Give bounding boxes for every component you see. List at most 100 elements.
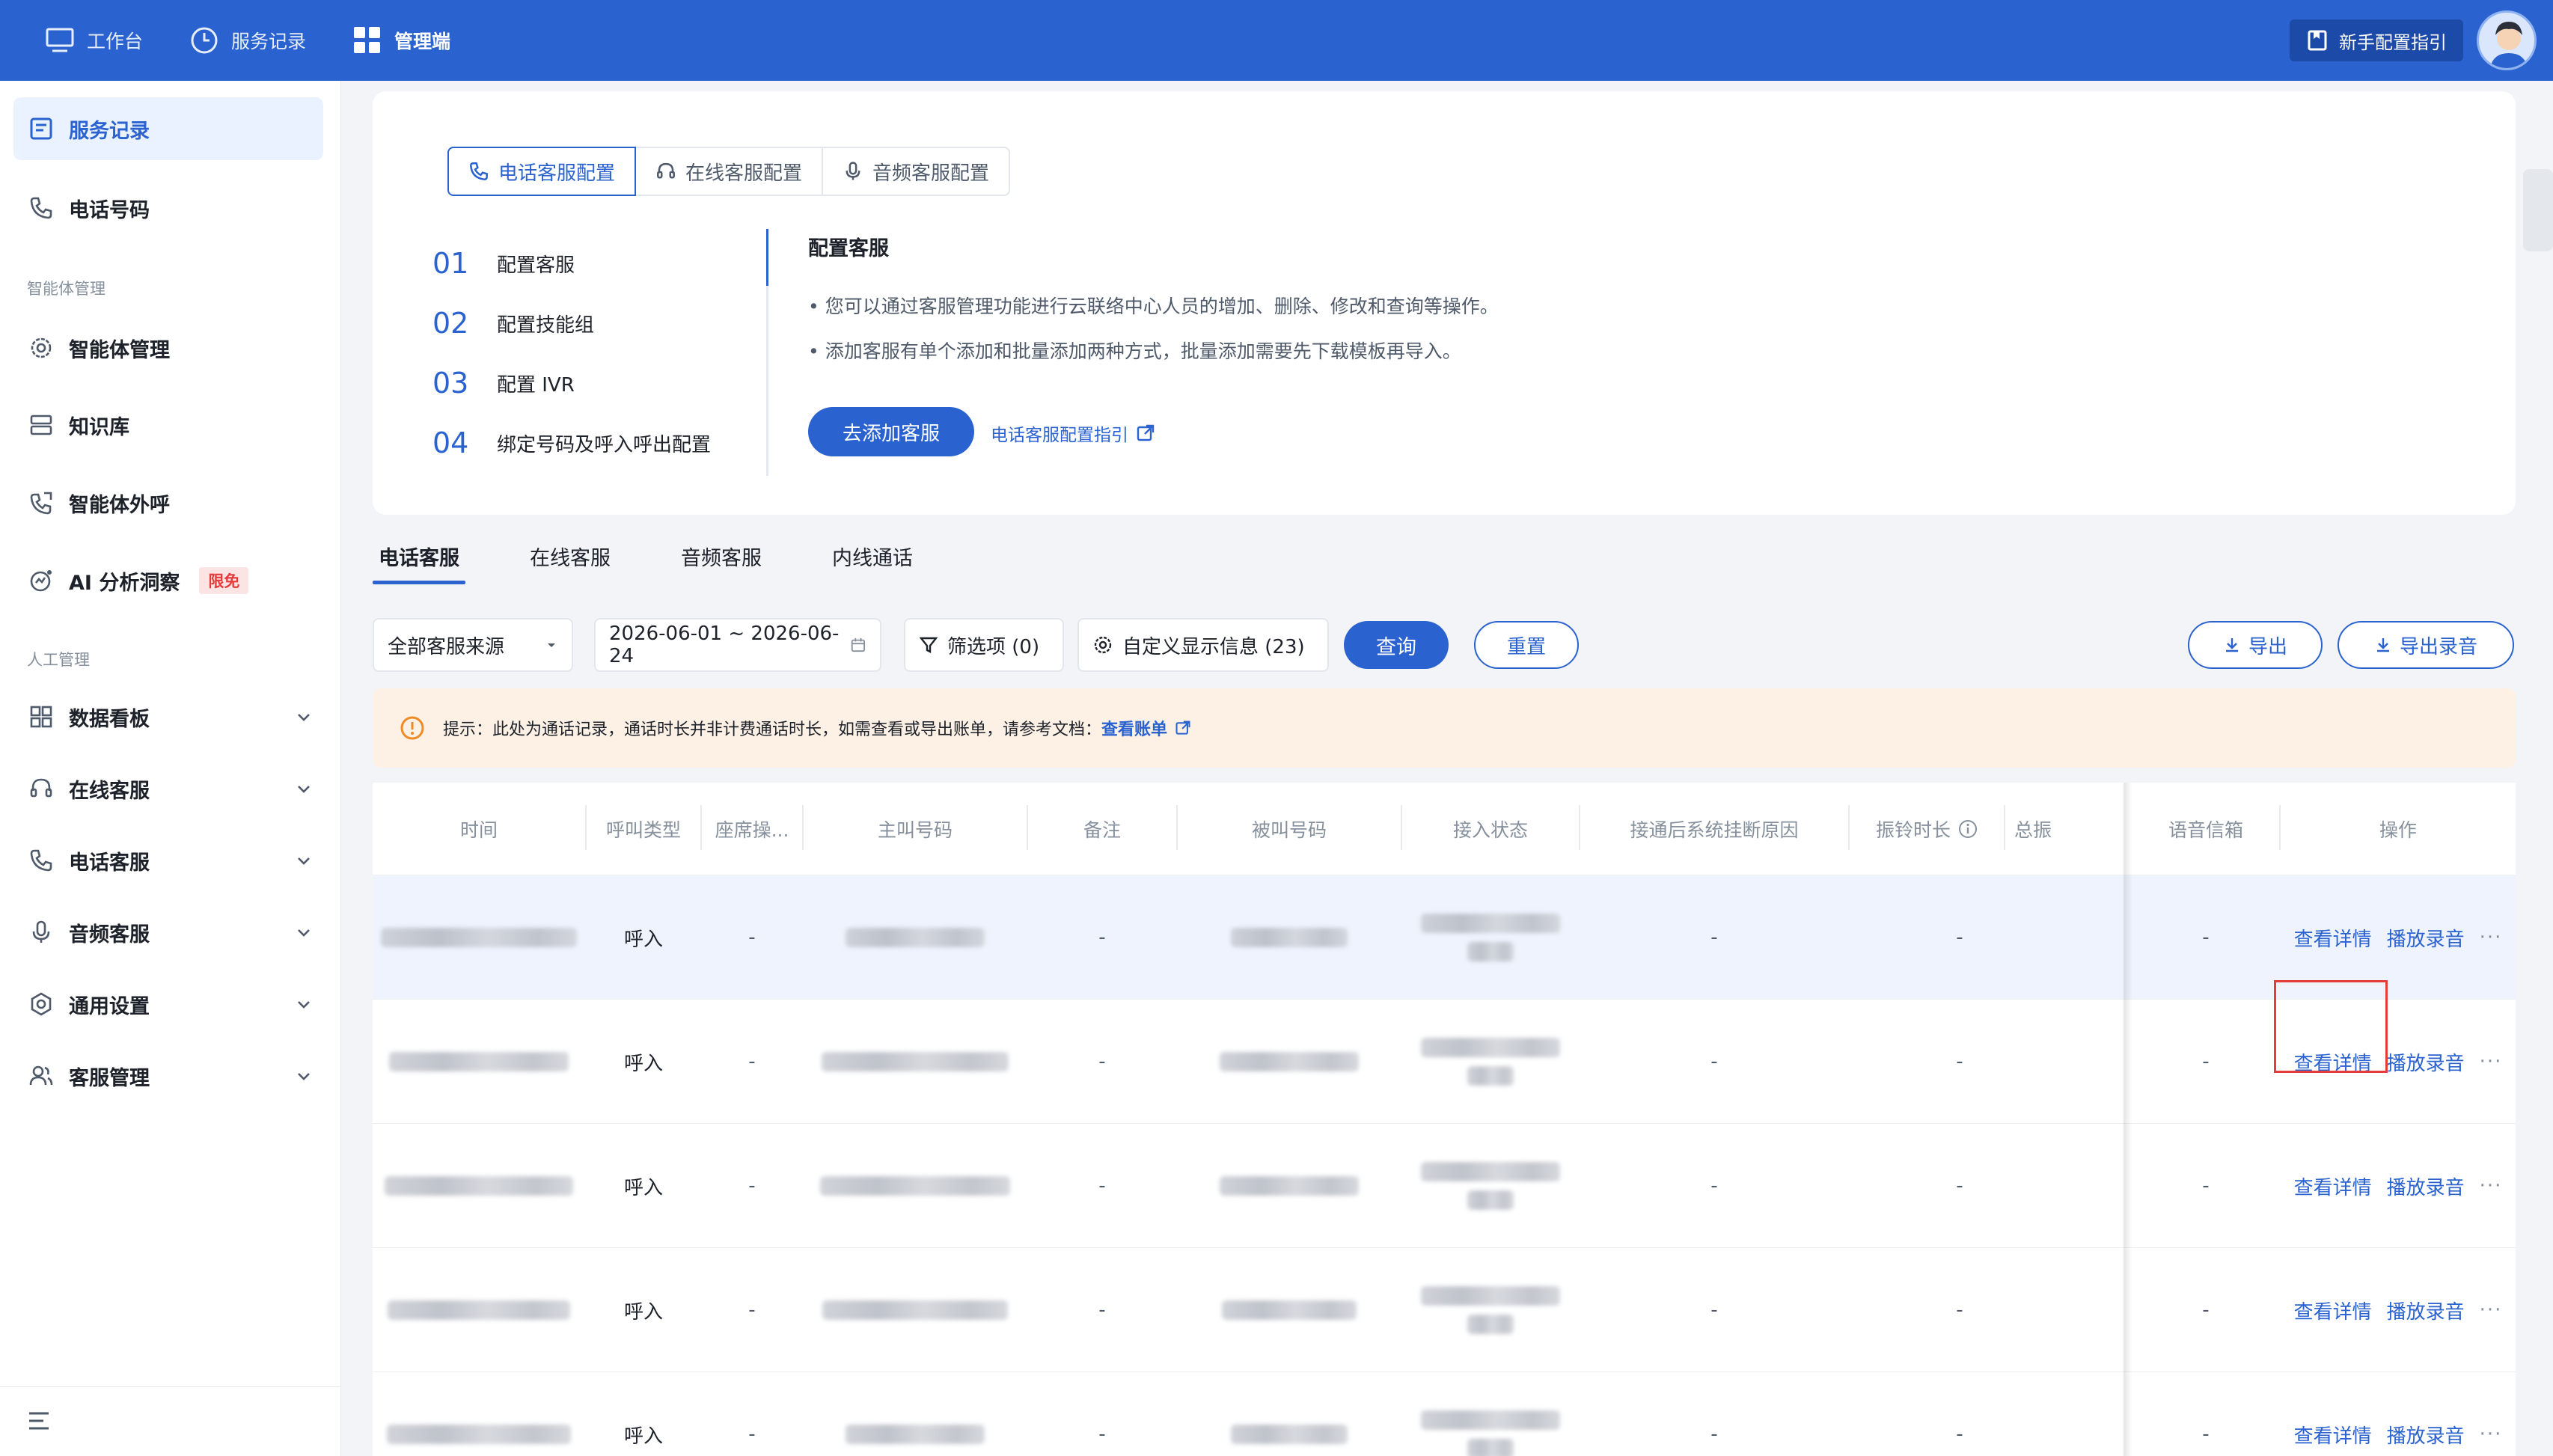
cell-actions: 查看详情 播放录音 ··· <box>2281 1124 2516 1248</box>
calendar-icon <box>851 637 866 652</box>
cell-call-type: 呼入 <box>623 1425 663 1448</box>
sidebar-item-phone-service[interactable]: 电话客服 <box>13 829 323 892</box>
sidebar-item-label: 数据看板 <box>69 707 150 731</box>
info-icon[interactable] <box>1958 819 1978 839</box>
tab-phone-service[interactable]: 电话客服 <box>373 542 465 584</box>
top-nav-service-records[interactable]: 服务记录 <box>189 25 306 55</box>
table-row[interactable]: 呼入 - - - - - 查看详情 播放录音 ··· <box>373 1124 2516 1248</box>
sidebar-item-service-records[interactable]: 服务记录 <box>13 97 323 160</box>
phone-out-icon <box>30 492 52 515</box>
cell-seat: - <box>748 1050 756 1073</box>
top-nav-admin[interactable]: 管理端 <box>352 25 450 55</box>
sidebar-item-audio-service[interactable]: 音频客服 <box>13 901 323 964</box>
cell-seat: - <box>748 926 756 949</box>
date-range-picker[interactable]: 2026-06-01 ~ 2026-06-24 <box>594 618 881 672</box>
more-icon[interactable]: ··· <box>2480 1050 2503 1073</box>
config-type-segmented: 电话客服配置 在线客服配置 音频客服配置 <box>447 147 1011 196</box>
column-header: 总振 <box>2014 819 2052 841</box>
tab-phone-config[interactable]: 电话客服配置 <box>447 147 637 196</box>
play-recording-link[interactable]: 播放录音 <box>2387 1297 2465 1324</box>
step-number: 04 <box>432 426 469 459</box>
collapse-menu-icon[interactable] <box>27 1410 51 1432</box>
sidebar-item-agent-outbound[interactable]: 智能体外呼 <box>13 471 323 534</box>
view-bill-link[interactable]: 查看账单 <box>1101 721 1167 739</box>
column-header: 被叫号码 <box>1251 819 1327 841</box>
beginner-guide-button[interactable]: 新手配置指引 <box>2290 19 2463 61</box>
play-recording-link[interactable]: 播放录音 <box>2387 1172 2465 1200</box>
fixed-columns-shadow <box>2124 783 2132 1456</box>
more-icon[interactable]: ··· <box>2480 1423 2503 1446</box>
config-description-1: • 您可以通过客服管理功能进行云联络中心人员的增加、删除、修改和查询等操作。 <box>808 296 1499 317</box>
sidebar-item-label: 在线客服 <box>69 779 150 803</box>
database-icon <box>30 415 52 435</box>
tab-audio-service[interactable]: 音频客服 <box>675 542 768 584</box>
sidebar-item-agent-management[interactable]: 智能体管理 <box>13 316 323 379</box>
sidebar-item-phone-numbers[interactable]: 电话号码 <box>13 177 323 239</box>
phone-icon <box>30 849 52 872</box>
vertical-scrollbar[interactable] <box>2523 169 2553 251</box>
export-button[interactable]: 导出 <box>2188 621 2323 669</box>
column-header: 操作 <box>2379 819 2417 841</box>
users-icon <box>29 1065 53 1086</box>
chevron-down-icon <box>298 929 310 937</box>
view-details-link[interactable]: 查看详情 <box>2294 1421 2372 1449</box>
sidebar-item-ai-insights[interactable]: AI 分析洞察 限免 <box>13 549 323 612</box>
view-details-link[interactable]: 查看详情 <box>2294 924 2372 952</box>
sidebar-item-general-settings[interactable]: 通用设置 <box>13 973 323 1036</box>
notice-text: 提示：此处为通话记录，通话时长并非计费通话时长，如需查看或导出账单，请参考文档：… <box>443 716 1167 740</box>
step-label: 配置 IVR <box>497 373 575 397</box>
redacted-status <box>1467 1066 1514 1086</box>
config-step[interactable]: 01 配置客服 <box>432 233 711 293</box>
redacted-time <box>381 928 577 947</box>
sidebar-item-dashboard[interactable]: 数据看板 <box>13 685 323 748</box>
tab-online-service[interactable]: 在线客服 <box>524 542 617 584</box>
play-recording-link[interactable]: 播放录音 <box>2387 1048 2465 1076</box>
table-row[interactable]: 呼入 - - - - - 查看详情 播放录音 ··· <box>373 875 2516 1000</box>
cell-actions: 查看详情 播放录音 ··· <box>2281 1372 2516 1456</box>
top-nav-workbench[interactable]: 工作台 <box>45 27 143 54</box>
play-recording-link[interactable]: 播放录音 <box>2387 924 2465 952</box>
billing-notice: 提示：此处为通话记录，通话时长并非计费通话时长，如需查看或导出账单，请参考文档：… <box>373 688 2516 768</box>
custom-display-button[interactable]: 自定义显示信息 (23) <box>1077 618 1329 672</box>
sidebar-item-knowledge-base[interactable]: 知识库 <box>13 394 323 456</box>
export-recording-button[interactable]: 导出录音 <box>2338 621 2514 669</box>
config-step[interactable]: 03 配置 IVR <box>432 353 711 413</box>
sidebar-item-label: 音频客服 <box>69 923 150 946</box>
query-button[interactable]: 查询 <box>1344 621 1449 669</box>
more-icon[interactable]: ··· <box>2480 1299 2503 1321</box>
chevron-down-icon <box>298 857 310 865</box>
date-range-value: 2026-06-01 ~ 2026-06-24 <box>609 623 840 667</box>
top-nav-workbench-label: 工作台 <box>87 31 144 52</box>
user-avatar[interactable] <box>2477 10 2537 70</box>
table-row[interactable]: 呼入 - - - - - 查看详情 播放录音 ··· <box>373 1372 2516 1456</box>
top-nav: 工作台 服务记录 管理端 <box>45 0 497 81</box>
table-row[interactable]: 呼入 - - - - - 查看详情 播放录音 ··· <box>373 1248 2516 1372</box>
view-details-link[interactable]: 查看详情 <box>2294 1297 2372 1324</box>
column-header-ring-duration: 振铃时长 <box>1850 783 2004 875</box>
more-icon[interactable]: ··· <box>2480 1175 2503 1197</box>
play-recording-link[interactable]: 播放录音 <box>2387 1421 2465 1449</box>
tab-audio-config[interactable]: 音频客服配置 <box>822 147 1011 196</box>
source-select[interactable]: 全部客服来源 <box>373 618 573 672</box>
redacted-callee <box>1222 1300 1357 1320</box>
config-step[interactable]: 04 绑定号码及呼入呼出配置 <box>432 413 711 473</box>
filter-options-button[interactable]: 筛选项 (0) <box>904 618 1064 672</box>
redacted-status <box>1421 914 1560 933</box>
reset-button[interactable]: 重置 <box>1474 621 1579 669</box>
record-icon <box>30 117 52 140</box>
phone-config-guide-link[interactable]: 电话客服配置指引 <box>991 420 1155 446</box>
add-agent-button[interactable]: 去添加客服 <box>808 407 974 456</box>
redacted-caller <box>822 1052 1009 1071</box>
column-header: 振铃时长 <box>1875 819 1951 841</box>
table-row[interactable]: 呼入 - - - - - 查看详情 播放录音 ··· <box>373 1000 2516 1124</box>
tab-audio-config-label: 音频客服配置 <box>872 162 990 185</box>
tab-online-config[interactable]: 在线客服配置 <box>635 147 824 196</box>
more-icon[interactable]: ··· <box>2480 926 2503 949</box>
external-link-icon[interactable] <box>1175 720 1191 736</box>
view-details-link[interactable]: 查看详情 <box>2294 1172 2372 1200</box>
gear-icon <box>1094 636 1112 654</box>
config-step[interactable]: 02 配置技能组 <box>432 293 711 353</box>
sidebar-item-staff-management[interactable]: 客服管理 <box>13 1044 323 1107</box>
tab-internal-call[interactable]: 内线通话 <box>826 542 919 584</box>
sidebar-item-online-service[interactable]: 在线客服 <box>13 757 323 820</box>
